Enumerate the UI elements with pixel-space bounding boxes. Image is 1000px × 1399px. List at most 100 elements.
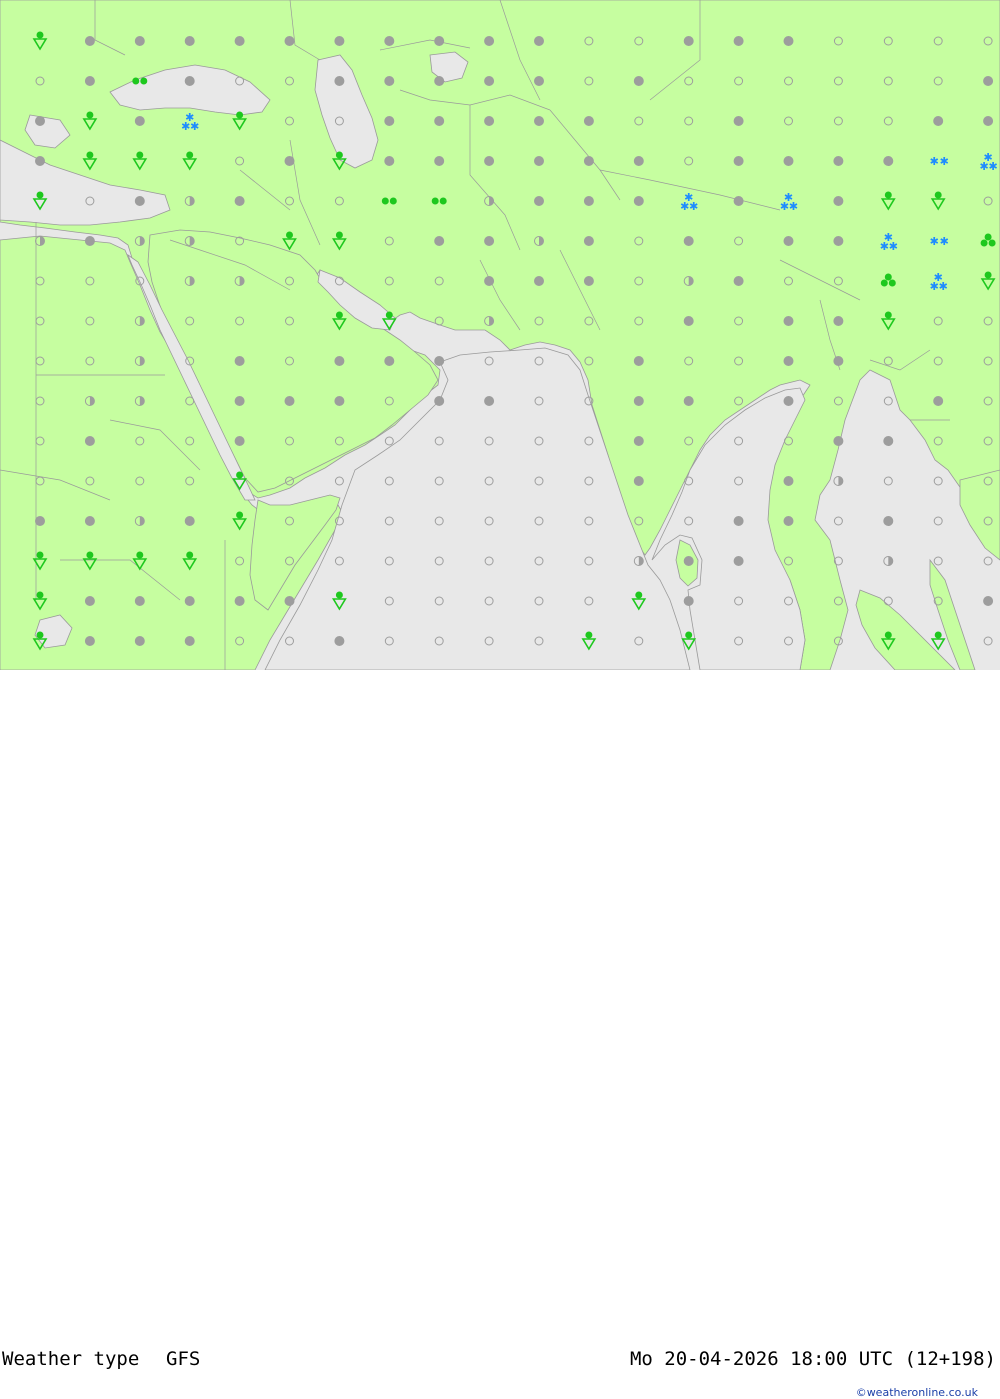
cloudy-point <box>783 36 794 46</box>
cloudy-point <box>484 396 495 406</box>
cloudy-point <box>484 76 495 86</box>
cloudy-point <box>334 396 345 406</box>
cloudy-point <box>234 436 245 446</box>
snow-point: ✱ ✱ <box>930 235 949 248</box>
cloudy-point <box>783 516 794 526</box>
cloudy-point <box>783 356 794 366</box>
footer-bar: Weather type GFS Mo 20-04-2026 18:00 UTC… <box>0 670 1000 1399</box>
cloudy-point <box>84 76 95 86</box>
cloudy-point <box>84 236 95 246</box>
clear-point <box>933 476 943 486</box>
cloudy-point <box>534 276 544 286</box>
cloudy-point <box>733 516 744 526</box>
cloudy-point <box>434 76 445 86</box>
rain-shower-point <box>930 631 946 651</box>
cloudy-point <box>384 76 395 86</box>
cloudy-point <box>334 356 345 366</box>
cloudy-point <box>983 76 994 86</box>
cloudy-point <box>833 156 844 166</box>
clear-point <box>384 436 394 446</box>
cloudy-point <box>583 196 594 206</box>
cloudy-point <box>134 596 145 606</box>
cloudy-point <box>434 396 445 406</box>
cloudy-point <box>484 276 495 286</box>
cloudy-point <box>184 76 195 86</box>
clear-point <box>883 396 893 406</box>
cloudy-point <box>683 236 694 246</box>
cloudy-point <box>733 276 744 286</box>
datetime-label: Mo 20-04-2026 18:00 UTC (12+198) <box>629 1348 996 1370</box>
snow-point: ✱ ✱ <box>930 155 949 168</box>
cloudy-point <box>234 36 245 46</box>
cloudy-point <box>35 516 45 526</box>
cloudy-point <box>783 396 794 406</box>
cloudy-point <box>733 556 744 566</box>
cloudy-point <box>384 116 395 126</box>
cloudy-point <box>733 156 744 166</box>
svg-text:✱: ✱ <box>930 235 939 248</box>
cloudy-point <box>484 116 495 126</box>
cloudy-point <box>334 636 345 646</box>
cloudy-point <box>783 476 794 486</box>
cloudy-point <box>484 236 495 246</box>
cloudy-point <box>84 436 95 446</box>
cloudy-point <box>683 36 694 46</box>
cloudy-point <box>334 36 345 46</box>
clear-point <box>983 636 993 646</box>
cloudy-point <box>983 596 994 606</box>
cloudy-point <box>633 476 644 486</box>
cloudy-point <box>134 36 145 46</box>
cloudy-point <box>883 516 894 526</box>
cloudy-point <box>434 356 445 366</box>
cloudy-point <box>184 516 195 526</box>
cloudy-point <box>683 596 694 606</box>
clear-point <box>334 476 344 486</box>
cloudy-point <box>733 36 744 46</box>
cloudy-point <box>434 236 445 246</box>
cloudy-point <box>234 196 245 206</box>
partly-cloudy-point <box>883 556 894 566</box>
cloudy-point <box>534 156 544 166</box>
cloudy-point <box>384 356 395 366</box>
cloudy-point <box>534 196 544 206</box>
cloudy-point <box>35 116 45 126</box>
cloudy-point <box>234 596 245 606</box>
cloudy-point <box>384 36 395 46</box>
svg-text:✱: ✱ <box>930 155 939 168</box>
cloudy-point <box>783 236 794 246</box>
cloudy-point <box>84 636 95 646</box>
cloudy-point <box>833 436 844 446</box>
cloudy-point <box>833 196 844 206</box>
cloudy-point <box>683 396 694 406</box>
cloudy-point <box>883 156 894 166</box>
cloudy-point <box>583 236 594 246</box>
cloudy-point <box>334 76 345 86</box>
clear-point <box>883 476 893 486</box>
cloudy-point <box>284 396 295 406</box>
cloudy-point <box>434 116 445 126</box>
cloudy-point <box>184 596 195 606</box>
model-label: GFS <box>166 1348 201 1370</box>
cloudy-point <box>234 356 245 366</box>
cloudy-point <box>284 36 295 46</box>
cloudy-point <box>733 196 744 206</box>
map-type-label: Weather type <box>2 1348 140 1370</box>
cloudy-point <box>733 116 744 126</box>
cloudy-point <box>633 356 644 366</box>
cloudy-point <box>284 156 295 166</box>
partly-cloudy-point <box>833 476 844 486</box>
cloudy-point <box>484 156 495 166</box>
cloudy-point <box>384 156 395 166</box>
cloudy-point <box>534 116 544 126</box>
cloudy-point <box>833 356 844 366</box>
cloudy-point <box>583 156 594 166</box>
cloudy-point <box>534 76 544 86</box>
cloudy-point <box>983 116 994 126</box>
credit-link[interactable]: ©weatheronline.co.uk <box>856 1386 978 1399</box>
svg-text:✱: ✱ <box>784 191 793 204</box>
cloudy-point <box>234 396 245 406</box>
svg-text:✱: ✱ <box>934 271 943 284</box>
cloudy-point <box>583 116 594 126</box>
cloudy-point <box>534 36 544 46</box>
cloudy-point <box>134 636 145 646</box>
